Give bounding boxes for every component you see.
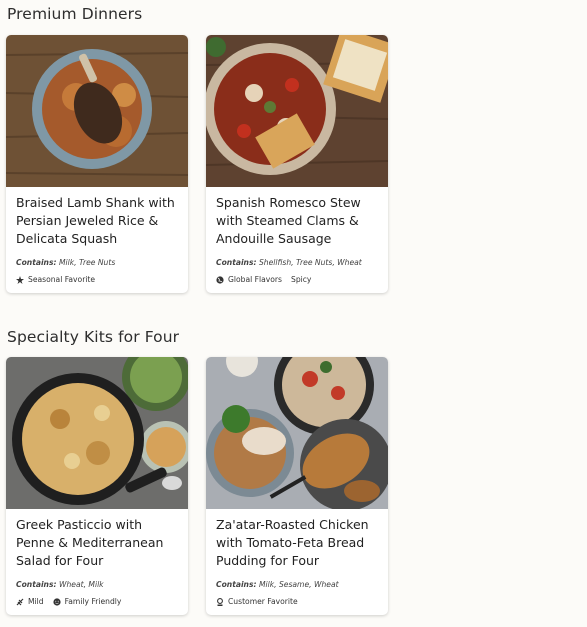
meal-card-greek-pasticcio[interactable]: Greek Pasticcio with Penne & Mediterrane… [6,357,188,615]
meal-photo-greek-pasticcio [6,357,188,509]
section-title-specialty-kits: Specialty Kits for Four [7,328,180,346]
meal-photo-zaatar-chicken [206,357,388,509]
globe-icon [216,275,224,284]
meal-card-zaatar-chicken[interactable]: Za'atar-Roasted Chicken with Tomato-Feta… [206,357,388,615]
meal-photo-romesco-stew [206,35,388,187]
tag-global-flavors: Global Flavors [216,275,282,284]
meal-photo-lamb-shank [6,35,188,187]
tag-customer-favorite: Customer Favorite [216,597,298,606]
meal-title: Braised Lamb Shank with Persian Jeweled … [16,195,175,246]
meal-tags: Global Flavors Spicy [216,275,320,284]
meal-tags: Customer Favorite [216,597,307,606]
meal-card-romesco-stew[interactable]: Spanish Romesco Stew with Steamed Clams … [206,35,388,293]
section-title-premium-dinners: Premium Dinners [7,5,143,23]
tag-family-friendly: Family Friendly [52,597,121,606]
meal-tags: Mild Family Friendly [16,597,130,606]
meal-title: Spanish Romesco Stew with Steamed Clams … [216,195,361,246]
mild-icon [16,598,24,605]
smiley-icon [52,597,61,606]
allergens-text: Contains: Milk, Tree Nuts [16,258,116,267]
tag-spicy: Spicy [291,275,312,284]
allergens-text: Contains: Shellfish, Tree Nuts, Wheat [216,258,362,267]
allergens-text: Contains: Milk, Sesame, Wheat [216,580,339,589]
customer-icon [217,597,223,606]
tag-mild: Mild [16,597,44,606]
allergens-text: Contains: Wheat, Milk [16,580,104,589]
meal-tags: Seasonal Favorite [16,275,104,284]
seasonal-icon [16,275,24,284]
meal-title: Greek Pasticcio with Penne & Mediterrane… [16,517,164,568]
tag-seasonal-favorite: Seasonal Favorite [16,275,95,284]
meal-card-lamb-shank[interactable]: Braised Lamb Shank with Persian Jeweled … [6,35,188,293]
meal-title: Za'atar-Roasted Chicken with Tomato-Feta… [216,517,369,568]
